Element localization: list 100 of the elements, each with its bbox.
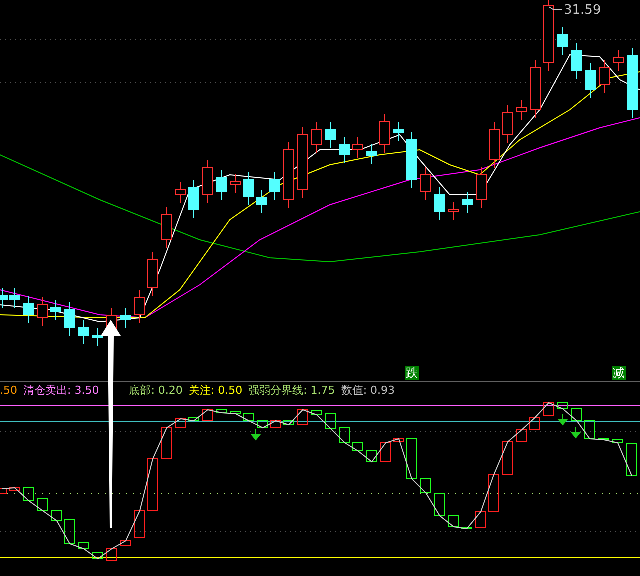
indicator-bar (434, 494, 446, 516)
candlestick (366, 144, 378, 164)
indicator-bar (476, 512, 486, 528)
indicator-bar (244, 414, 254, 422)
down-arrow-icon (558, 414, 568, 426)
candlestick (380, 114, 390, 154)
indicator-bar (120, 540, 132, 546)
candlestick (10, 288, 20, 308)
indicator-bar (612, 440, 624, 444)
candlestick (572, 42, 582, 80)
indicator-bar (598, 438, 610, 440)
candlestick (312, 122, 322, 154)
indicator-bar (10, 488, 20, 492)
indicator-bar (202, 410, 214, 422)
candlestick (64, 302, 76, 336)
candlestick (134, 290, 146, 324)
indicator-bar (502, 442, 514, 476)
signal-tag: 减 (612, 366, 626, 380)
candlestick (78, 320, 90, 344)
indicator-bar (24, 488, 34, 502)
candlestick (530, 60, 542, 118)
indicator-bar (64, 520, 76, 544)
candlestick (352, 136, 364, 158)
indicator-bar (270, 420, 282, 428)
indicator-bar (420, 478, 432, 494)
indicator-bar (406, 438, 418, 480)
candlestick (120, 308, 132, 328)
candlestick (270, 172, 280, 200)
indicator-bar (352, 442, 364, 452)
indicator-bar (284, 420, 294, 426)
candlestick (148, 252, 158, 296)
candlestick (600, 60, 610, 94)
indicator-bar (162, 428, 172, 460)
candlestick (38, 296, 48, 326)
candlestick (92, 328, 104, 346)
indicator-bar (572, 408, 582, 422)
indicator-legend: 清仓卖出: 3.50 (24, 384, 100, 398)
candlestick (462, 192, 474, 214)
indicator-legend: 数值: 0.93 (341, 384, 396, 398)
indicator-bar (516, 430, 528, 442)
candlestick (326, 122, 336, 148)
indicator-bar (106, 548, 118, 562)
indicator-legend: 关注: 0.50 (188, 384, 243, 398)
candlestick (434, 186, 446, 220)
signal-tag: 跌 (405, 366, 419, 380)
candlestick (502, 104, 514, 144)
indicator-bar (544, 402, 554, 416)
candlestick (188, 180, 200, 218)
indicator-bar (366, 450, 378, 462)
indicator-bar (188, 418, 200, 422)
candlestick (50, 300, 62, 320)
indicator-bar (92, 552, 104, 560)
candlestick (298, 126, 308, 198)
indicator-bar (38, 498, 48, 512)
candlestick (476, 166, 488, 208)
indicator-bar (380, 442, 392, 462)
indicator-legend: .50 (0, 384, 18, 398)
indicator-bar (326, 414, 336, 430)
candlestick (176, 182, 186, 204)
candlestick (284, 142, 294, 208)
indicator-bar (394, 438, 404, 442)
indicator-bar (312, 410, 322, 416)
indicator-bar (340, 428, 350, 444)
candlestick (340, 136, 350, 164)
leader-line (548, 6, 562, 10)
indicator-bar (258, 420, 268, 428)
indicator-bar (0, 488, 8, 494)
indicator-bar (216, 410, 228, 414)
indicator-bar (176, 418, 186, 428)
candlestick (406, 132, 418, 188)
candlestick (614, 50, 624, 72)
candlestick (162, 206, 172, 248)
indicator-bar (148, 458, 158, 512)
indicator-bar (448, 516, 460, 528)
candlestick (490, 122, 500, 168)
indicator-bar (584, 420, 596, 440)
candlestick (420, 166, 432, 200)
indicator-bar (462, 528, 472, 530)
down-arrow-icon (572, 426, 582, 438)
indicator-bar (52, 510, 62, 522)
indicator-bar (530, 418, 540, 430)
indicator-bar (488, 474, 500, 512)
candlestick (586, 62, 596, 98)
indicator-legend: 底部: 0.20 (129, 384, 183, 398)
candlestick (230, 174, 242, 194)
candlestick (558, 26, 568, 56)
indicator-bar (626, 444, 638, 476)
candlestick (394, 122, 404, 142)
indicator-bar (558, 402, 568, 410)
down-arrow-icon (252, 428, 262, 440)
candlestick (628, 48, 638, 118)
indicator-bar (78, 542, 90, 550)
indicator-bar (230, 412, 242, 414)
indicator-legend: 强弱分界线: 1.75 (248, 384, 336, 398)
candlestick (516, 100, 528, 120)
candlestick (216, 170, 228, 200)
candlestick (202, 160, 214, 204)
candlestick (0, 288, 8, 308)
price-label: 31.59 (564, 3, 602, 18)
candlestick (24, 296, 34, 324)
